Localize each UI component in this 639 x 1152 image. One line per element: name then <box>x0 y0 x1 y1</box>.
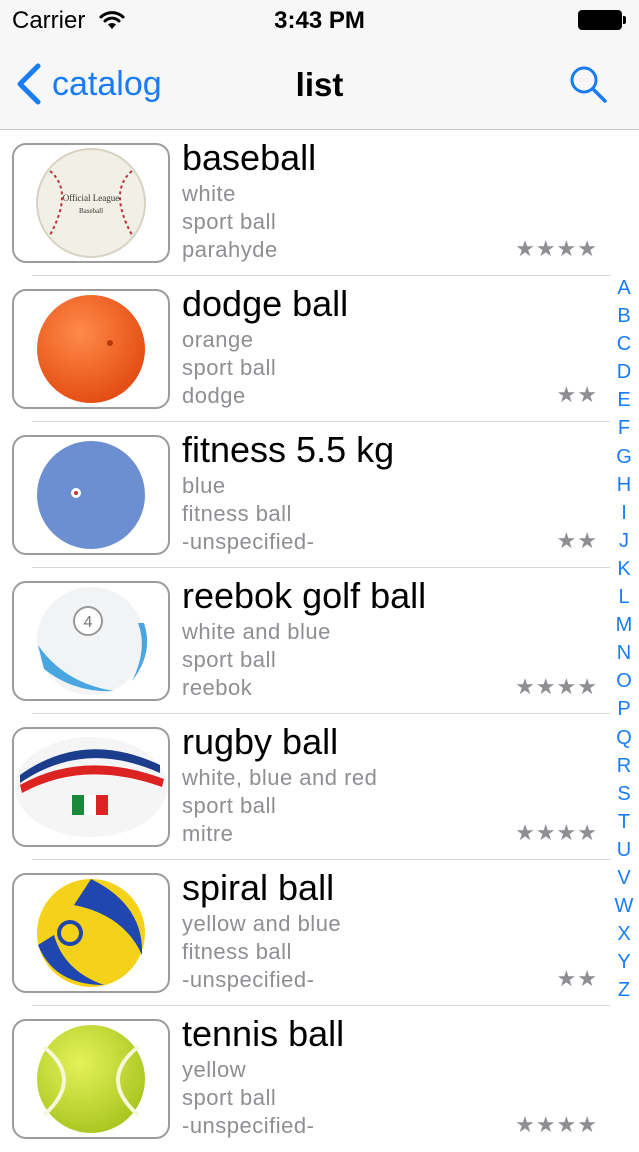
item-brand: -unspecified- <box>182 967 315 992</box>
dodge-ball-image <box>37 295 145 403</box>
item-color: white and blue <box>182 619 331 644</box>
index-letter-w[interactable]: W <box>610 892 638 920</box>
item-category: sport ball <box>182 647 277 672</box>
baseball-image: Official League Baseball <box>36 148 146 258</box>
index-letter-t[interactable]: T <box>610 808 638 836</box>
item-thumbnail: Official League Baseball <box>12 143 170 263</box>
index-letter-y[interactable]: Y <box>610 948 638 976</box>
list-item[interactable]: fitness 5.5 kg blue fitness ball -unspec… <box>0 422 610 568</box>
status-time: 3:43 PM <box>274 7 365 34</box>
item-color: yellow <box>182 1057 247 1082</box>
index-letter-h[interactable]: H <box>610 471 638 499</box>
item-category: sport ball <box>182 355 277 380</box>
item-thumbnail <box>12 873 170 993</box>
index-letter-e[interactable]: E <box>610 386 638 414</box>
item-thumbnail <box>12 289 170 409</box>
index-letter-n[interactable]: N <box>610 639 638 667</box>
item-name: baseball <box>182 137 317 178</box>
alphabet-index[interactable]: ABCDEFGHIJKLMNOPQRSTUVWXYZ <box>610 274 638 1004</box>
item-brand: parahyde <box>182 237 278 262</box>
index-letter-f[interactable]: F <box>610 414 638 442</box>
top-bar: Carrier 3:43 PM catalog list <box>0 0 639 130</box>
item-thumbnail <box>12 727 170 847</box>
index-letter-s[interactable]: S <box>610 780 638 808</box>
item-rating: ★★ <box>556 966 598 991</box>
item-thumbnail <box>12 1019 170 1139</box>
list-item[interactable]: 4 reebok golf ball white and blue sport … <box>0 568 610 714</box>
index-letter-x[interactable]: X <box>610 920 638 948</box>
item-brand: -unspecified- <box>182 529 315 554</box>
index-letter-o[interactable]: O <box>610 667 638 695</box>
reebok-ball-image: 4 <box>37 587 148 695</box>
tennis-ball-image <box>37 1025 145 1133</box>
item-rating: ★★ <box>556 382 598 407</box>
item-thumbnail: 4 <box>12 581 170 701</box>
item-category: sport ball <box>182 1085 277 1110</box>
navigation-bar: catalog list <box>0 40 639 129</box>
svg-text:4: 4 <box>84 614 93 631</box>
index-letter-c[interactable]: C <box>610 330 638 358</box>
index-letter-j[interactable]: J <box>610 527 638 555</box>
item-rating: ★★ <box>556 528 598 553</box>
status-bar: Carrier 3:43 PM <box>0 0 639 40</box>
item-rating: ★★★★ <box>515 674 598 699</box>
list-item[interactable]: rugby ball white, blue and red sport bal… <box>0 714 610 860</box>
item-thumbnail <box>12 435 170 555</box>
item-brand: -unspecified- <box>182 1113 315 1138</box>
item-category: fitness ball <box>182 501 292 526</box>
rugby-ball-image <box>15 737 167 837</box>
item-color: blue <box>182 473 226 498</box>
svg-text:Official League: Official League <box>63 193 120 203</box>
search-icon[interactable] <box>568 64 608 104</box>
index-letter-d[interactable]: D <box>610 358 638 386</box>
item-category: sport ball <box>182 793 277 818</box>
index-letter-l[interactable]: L <box>610 583 638 611</box>
item-brand: mitre <box>182 821 234 846</box>
index-letter-i[interactable]: I <box>610 499 638 527</box>
battery-icon <box>578 10 626 30</box>
fitness-ball-image <box>37 441 145 549</box>
index-letter-q[interactable]: Q <box>610 724 638 752</box>
list-item[interactable]: tennis ball yellow sport ball -unspecifi… <box>0 1006 610 1152</box>
item-name: dodge ball <box>182 283 349 324</box>
index-letter-u[interactable]: U <box>610 836 638 864</box>
item-category: sport ball <box>182 209 277 234</box>
item-name: fitness 5.5 kg <box>182 429 395 470</box>
item-rating: ★★★★ <box>515 236 598 261</box>
list-item[interactable]: spiral ball yellow and blue fitness ball… <box>0 860 610 1006</box>
item-color: white <box>182 181 236 206</box>
page-title: list <box>295 66 344 103</box>
item-color: orange <box>182 327 254 352</box>
index-letter-r[interactable]: R <box>610 752 638 780</box>
item-rating: ★★★★ <box>515 820 598 845</box>
list-item[interactable]: Official League Baseball baseball white … <box>0 130 610 276</box>
item-name: reebok golf ball <box>182 575 427 616</box>
item-color: yellow and blue <box>182 911 342 936</box>
item-name: spiral ball <box>182 867 335 908</box>
item-brand: reebok <box>182 675 253 700</box>
item-rating: ★★★★ <box>515 1112 598 1137</box>
item-brand: dodge <box>182 383 246 408</box>
index-letter-z[interactable]: Z <box>610 976 638 1004</box>
list-item[interactable]: dodge ball orange sport ball dodge ★★ <box>0 276 610 422</box>
index-letter-b[interactable]: B <box>610 302 638 330</box>
item-name: tennis ball <box>182 1013 345 1054</box>
index-letter-v[interactable]: V <box>610 864 638 892</box>
index-letter-p[interactable]: P <box>610 695 638 723</box>
index-letter-a[interactable]: A <box>610 274 638 302</box>
index-letter-m[interactable]: M <box>610 611 638 639</box>
index-letter-k[interactable]: K <box>610 555 638 583</box>
item-category: fitness ball <box>182 939 292 964</box>
spiral-ball-image <box>37 879 145 987</box>
item-name: rugby ball <box>182 721 339 762</box>
index-letter-g[interactable]: G <box>610 443 638 471</box>
svg-text:Baseball: Baseball <box>79 207 103 215</box>
item-color: white, blue and red <box>182 765 378 790</box>
